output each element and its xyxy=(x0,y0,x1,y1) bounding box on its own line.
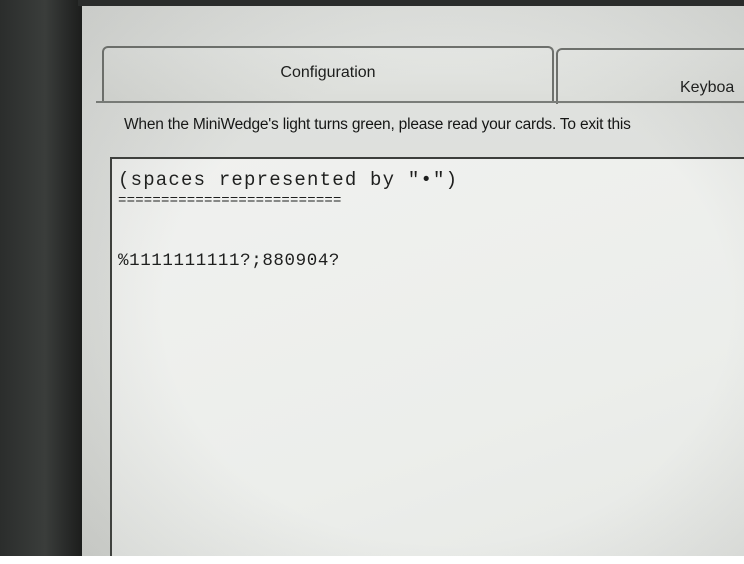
photo-bottom-edge xyxy=(0,556,744,564)
tab-divider xyxy=(96,101,744,103)
tab-configuration[interactable]: Configuration xyxy=(102,46,554,102)
photo: Configuration Keyboa When the MiniWedge'… xyxy=(0,0,744,564)
output-separator-line: ========================== xyxy=(118,193,342,209)
application-window: Configuration Keyboa When the MiniWedge'… xyxy=(82,6,744,556)
monitor-bezel-left xyxy=(0,0,82,564)
tab-configuration-label: Configuration xyxy=(280,64,376,81)
output-card-data-line: %1111111111?;880904? xyxy=(118,251,341,271)
instruction-text: When the MiniWedge's light turns green, … xyxy=(124,116,631,133)
tab-keyboard-label: Keyboa xyxy=(680,79,735,96)
tab-keyboard[interactable]: Keyboa xyxy=(556,48,744,104)
card-output-textarea[interactable]: (spaces represented by "•") ============… xyxy=(110,157,744,556)
output-header-line: (spaces represented by "•") xyxy=(118,169,459,191)
